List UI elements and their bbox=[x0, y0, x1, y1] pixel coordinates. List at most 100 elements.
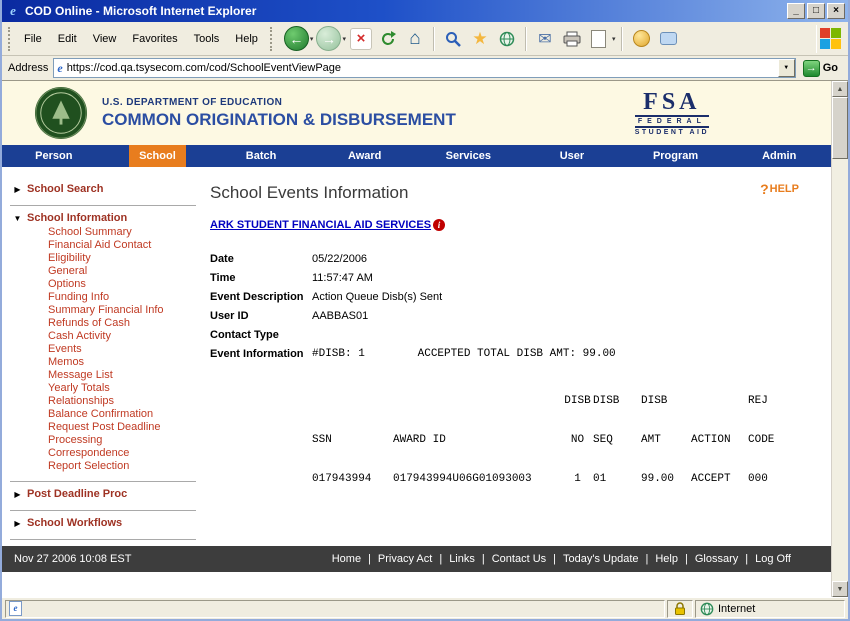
scroll-down-button[interactable]: ▼ bbox=[832, 581, 848, 597]
field-row-event-description: Event DescriptionAction Queue Disb(s) Se… bbox=[210, 291, 831, 304]
menu-item-edit[interactable]: Edit bbox=[50, 30, 85, 48]
nav-tab-award[interactable]: Award bbox=[313, 145, 417, 167]
close-button[interactable]: × bbox=[827, 3, 845, 19]
school-link[interactable]: ARK STUDENT FINANCIAL AID SERVICES bbox=[210, 219, 431, 231]
footer-link-contact-us[interactable]: Contact Us bbox=[492, 553, 546, 565]
messenger-button[interactable] bbox=[629, 25, 653, 53]
field-label: User ID bbox=[210, 310, 312, 323]
sidebar-item-events[interactable]: Events bbox=[12, 343, 196, 356]
address-dropdown-button[interactable]: ▼ bbox=[778, 59, 795, 77]
sidebar-item-school-summary[interactable]: School Summary bbox=[12, 226, 196, 239]
window-title: COD Online - Microsoft Internet Explorer bbox=[25, 4, 783, 18]
footer-link-help[interactable]: Help bbox=[655, 553, 678, 565]
footer-link-today-s-update[interactable]: Today's Update bbox=[563, 553, 638, 565]
nav-tab-services[interactable]: Services bbox=[417, 145, 521, 167]
sidebar-item-message-list[interactable]: Message List bbox=[12, 369, 196, 382]
nav-bar: Person SchoolBatchAward Services UserProgra… bbox=[2, 145, 831, 167]
footer-separator: | bbox=[482, 553, 485, 565]
sidebar-item-yearly-totals[interactable]: Yearly Totals bbox=[12, 382, 196, 395]
sidebar-header-school-workflows[interactable]: ▶School Workflows bbox=[12, 515, 196, 531]
sidebar-item-memos[interactable]: Memos bbox=[12, 356, 196, 369]
go-button[interactable]: → Go bbox=[801, 60, 844, 77]
sidebar-item-general[interactable]: General bbox=[12, 265, 196, 278]
forward-button[interactable]: → bbox=[316, 25, 341, 53]
sidebar-item-correspondence[interactable]: Correspondence bbox=[12, 447, 196, 460]
info-icon[interactable]: i bbox=[433, 219, 445, 231]
menu-item-tools[interactable]: Tools bbox=[186, 30, 228, 48]
footer-link-links[interactable]: Links bbox=[449, 553, 475, 565]
print-button[interactable] bbox=[560, 25, 584, 53]
school-row: ARK STUDENT FINANCIAL AID SERVICES i bbox=[210, 219, 831, 231]
sidebar-item-report-selection[interactable]: Report Selection bbox=[12, 460, 196, 473]
minimize-button[interactable]: _ bbox=[787, 3, 805, 19]
stop-button[interactable]: × bbox=[349, 25, 373, 53]
edit-dropdown[interactable]: ▾ bbox=[612, 35, 616, 43]
nav-tab-batch[interactable]: Batch bbox=[209, 145, 313, 167]
vertical-scrollbar[interactable]: ▲ ▼ bbox=[831, 81, 848, 597]
sidebar-item-options[interactable]: Options bbox=[12, 278, 196, 291]
nav-tab-person[interactable]: Person bbox=[2, 145, 106, 167]
page-body: ▶School Search▼School InformationSchool … bbox=[2, 167, 831, 546]
home-button[interactable]: ⌂ bbox=[403, 25, 427, 53]
maximize-button[interactable]: □ bbox=[807, 3, 825, 19]
address-input[interactable]: e https://cod.qa.tsysecom.com/cod/School… bbox=[53, 58, 795, 78]
footer-link-privacy-act[interactable]: Privacy Act bbox=[378, 553, 432, 565]
favorites-button[interactable]: ★ bbox=[468, 25, 492, 53]
title-row: School Events Information ? HELP bbox=[210, 183, 831, 203]
table-header-cell: CODE bbox=[748, 407, 793, 446]
edit-button[interactable] bbox=[587, 25, 611, 53]
footer-link-home[interactable]: Home bbox=[332, 553, 361, 565]
sidebar-header-school-search[interactable]: ▶School Search bbox=[12, 181, 196, 197]
sidebar-section-post-deadline-proc: ▶Post Deadline Proc bbox=[10, 482, 196, 511]
nav-tab-school[interactable]: School bbox=[106, 145, 210, 167]
toolbar-grip[interactable] bbox=[270, 27, 274, 51]
table-header-cell: NO bbox=[562, 407, 593, 446]
nav-tab-admin[interactable]: Admin bbox=[727, 145, 831, 167]
discuss-button[interactable] bbox=[656, 25, 680, 53]
chevron-down-icon: ▼ bbox=[12, 214, 23, 223]
scrollbar-thumb[interactable] bbox=[832, 97, 848, 159]
back-button[interactable]: ← bbox=[284, 25, 309, 53]
media-button[interactable] bbox=[495, 25, 519, 53]
sidebar-item-balance-confirmation[interactable]: Balance Confirmation bbox=[12, 408, 196, 421]
help-icon: ? bbox=[760, 184, 769, 195]
toolbar-grip[interactable] bbox=[8, 27, 12, 51]
sidebar-item-eligibility[interactable]: Eligibility bbox=[12, 252, 196, 265]
sidebar-header-post-deadline-proc[interactable]: ▶Post Deadline Proc bbox=[12, 486, 196, 502]
nav-tab-user[interactable]: User bbox=[520, 145, 624, 167]
nav-tab-label: Services bbox=[436, 145, 501, 167]
footer-link-glossary[interactable]: Glossary bbox=[695, 553, 738, 565]
system-name: COMMON ORIGINATION & DISBURSEMENT bbox=[102, 110, 635, 130]
help-link[interactable]: ? HELP bbox=[760, 183, 799, 195]
title-bar[interactable]: e COD Online - Microsoft Internet Explor… bbox=[2, 0, 848, 22]
table-header-cell: AMT bbox=[641, 407, 691, 446]
search-button[interactable] bbox=[441, 25, 465, 53]
sidebar-item-financial-aid-contact[interactable]: Financial Aid Contact bbox=[12, 239, 196, 252]
sidebar-item-funding-info[interactable]: Funding Info bbox=[12, 291, 196, 304]
menu-item-help[interactable]: Help bbox=[227, 30, 266, 48]
scroll-up-button[interactable]: ▲ bbox=[832, 81, 848, 97]
refresh-icon bbox=[379, 30, 397, 48]
footer-link-log-off[interactable]: Log Off bbox=[755, 553, 791, 565]
refresh-button[interactable] bbox=[376, 25, 400, 53]
nav-tab-program[interactable]: Program bbox=[624, 145, 728, 167]
mail-button[interactable]: ✉ bbox=[533, 25, 557, 53]
menu-item-file[interactable]: File bbox=[16, 30, 50, 48]
scrollbar-track[interactable] bbox=[832, 159, 848, 581]
forward-dropdown[interactable]: ▾ bbox=[342, 35, 346, 43]
sidebar-item-summary-financial-info[interactable]: Summary Financial Info bbox=[12, 304, 196, 317]
menu-item-favorites[interactable]: Favorites bbox=[124, 30, 185, 48]
sidebar-item-processing[interactable]: Processing bbox=[12, 434, 196, 447]
status-zone-panel: Internet bbox=[695, 600, 845, 618]
sidebar-header-school-information[interactable]: ▼School Information bbox=[12, 210, 196, 226]
sidebar-item-refunds-of-cash[interactable]: Refunds of Cash bbox=[12, 317, 196, 330]
nav-tab-label: Person bbox=[25, 145, 82, 167]
windows-flag-yellow bbox=[831, 39, 841, 49]
sidebar-item-relationships[interactable]: Relationships bbox=[12, 395, 196, 408]
search-icon bbox=[445, 31, 461, 47]
menu-item-view[interactable]: View bbox=[85, 30, 125, 48]
sidebar-item-request-post-deadline[interactable]: Request Post Deadline bbox=[12, 421, 196, 434]
field-label: Contact Type bbox=[210, 329, 312, 342]
sidebar-item-cash-activity[interactable]: Cash Activity bbox=[12, 330, 196, 343]
back-dropdown[interactable]: ▾ bbox=[310, 35, 314, 43]
